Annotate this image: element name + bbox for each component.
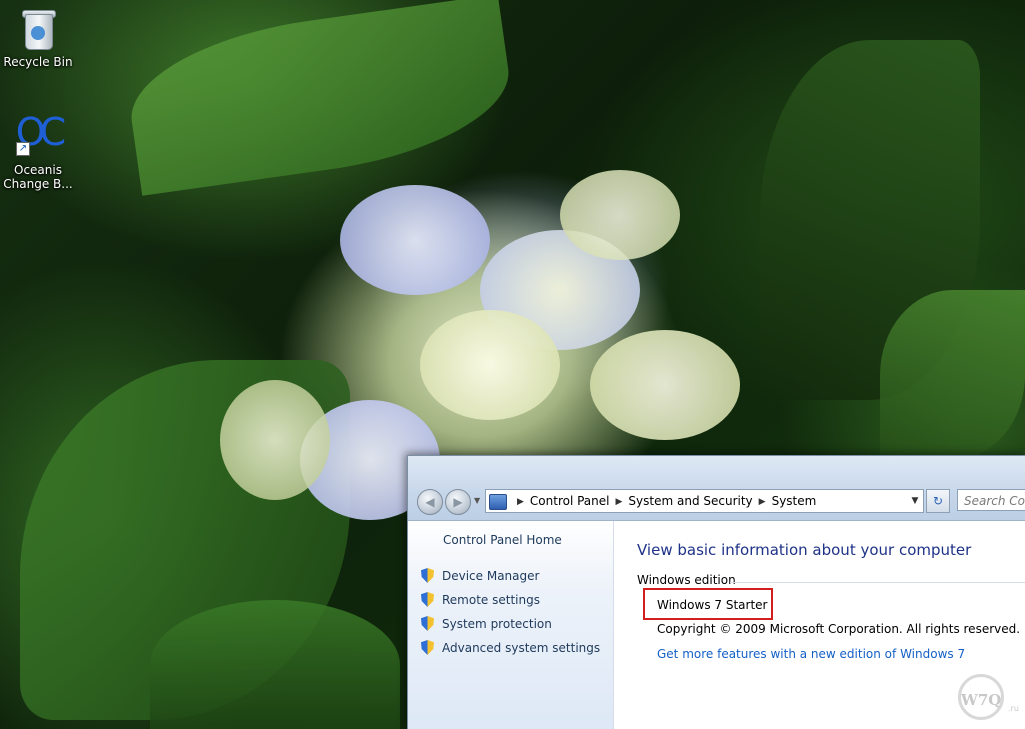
- breadcrumb-separator-icon[interactable]: ▶: [616, 497, 623, 507]
- navigation-bar: ◀ ▶ ▼ ▶ Control Panel ▶ System and Security…: [408, 456, 1025, 521]
- tasks-pane: Control Panel Home Device Manager Remote…: [408, 521, 614, 729]
- desktop-icon-label: Oceanis Change B...: [3, 163, 73, 191]
- sidebar-item-device-manager[interactable]: Device Manager: [421, 568, 539, 583]
- breadcrumb-system[interactable]: System: [772, 494, 817, 508]
- address-dropdown-button[interactable]: ▼: [907, 490, 923, 512]
- uac-shield-icon: [421, 592, 434, 607]
- page-title: View basic information about your comput…: [637, 541, 972, 559]
- wallpaper-petal: [420, 310, 560, 420]
- wallpaper-petal: [590, 330, 740, 440]
- desktop: Recycle Bin OC ↗ Oceanis Change B... ◀ ▶…: [0, 0, 1025, 729]
- oceanis-icon: OC ↗: [15, 110, 66, 156]
- sidebar-item-label: Device Manager: [442, 569, 540, 583]
- copyright-text: Copyright © 2009 Microsoft Corporation. …: [657, 622, 1021, 636]
- control-panel-home-link[interactable]: Control Panel Home: [443, 533, 562, 547]
- section-divider: [730, 582, 1025, 583]
- control-panel-icon: [489, 493, 507, 510]
- shortcut-arrow-icon: ↗: [16, 142, 30, 156]
- refresh-icon: ↻: [932, 494, 944, 508]
- refresh-button[interactable]: ↻: [926, 489, 950, 513]
- breadcrumb-separator-icon[interactable]: ▶: [517, 497, 524, 507]
- search-input[interactable]: Search Con: [957, 489, 1025, 511]
- sidebar-item-label: Remote settings: [442, 593, 540, 607]
- wallpaper-leaf: [880, 290, 1025, 460]
- forward-button[interactable]: ▶: [445, 489, 471, 515]
- breadcrumb-control-panel[interactable]: Control Panel: [530, 494, 610, 508]
- breadcrumb-separator-icon[interactable]: ▶: [759, 497, 766, 507]
- sidebar-item-label: Advanced system settings: [442, 641, 601, 655]
- wallpaper-petal: [220, 380, 330, 500]
- back-button[interactable]: ◀: [417, 489, 443, 515]
- sidebar-item-system-protection[interactable]: System protection: [421, 616, 552, 631]
- watermark-suffix: .ru: [1008, 704, 1019, 713]
- sidebar-item-advanced-system-settings[interactable]: Advanced system settings: [421, 640, 600, 655]
- address-bar[interactable]: ▶ Control Panel ▶ System and Security ▶ Syste…: [485, 489, 924, 513]
- uac-shield-icon: [421, 640, 434, 655]
- wallpaper-leaf: [150, 600, 400, 729]
- recent-pages-dropdown[interactable]: ▼: [474, 496, 480, 505]
- uac-shield-icon: [421, 568, 434, 583]
- recycle-bin-icon: [18, 8, 58, 52]
- breadcrumb-system-and-security[interactable]: System and Security: [628, 494, 752, 508]
- desktop-icon-label: Recycle Bin: [3, 55, 73, 69]
- upgrade-edition-link[interactable]: Get more features with a new edition of …: [657, 647, 965, 661]
- wallpaper-petal: [340, 185, 490, 295]
- windows-edition-value: Windows 7 Starter: [657, 598, 768, 612]
- section-heading-windows-edition: Windows edition: [637, 573, 736, 587]
- uac-shield-icon: [421, 616, 434, 631]
- desktop-icon-recycle-bin[interactable]: Recycle Bin: [0, 8, 76, 69]
- wallpaper-petal: [560, 170, 680, 260]
- system-window: ◀ ▶ ▼ ▶ Control Panel ▶ System and Security…: [407, 455, 1025, 729]
- sidebar-item-remote-settings[interactable]: Remote settings: [421, 592, 540, 607]
- wallpaper-leaf: [121, 0, 519, 196]
- forward-arrow-icon: ▶: [453, 495, 463, 509]
- desktop-icon-oceanis[interactable]: OC ↗ Oceanis Change B...: [0, 112, 76, 191]
- back-arrow-icon: ◀: [425, 495, 435, 509]
- watermark-logo: W7Q: [958, 674, 1004, 720]
- sidebar-item-label: System protection: [442, 617, 552, 631]
